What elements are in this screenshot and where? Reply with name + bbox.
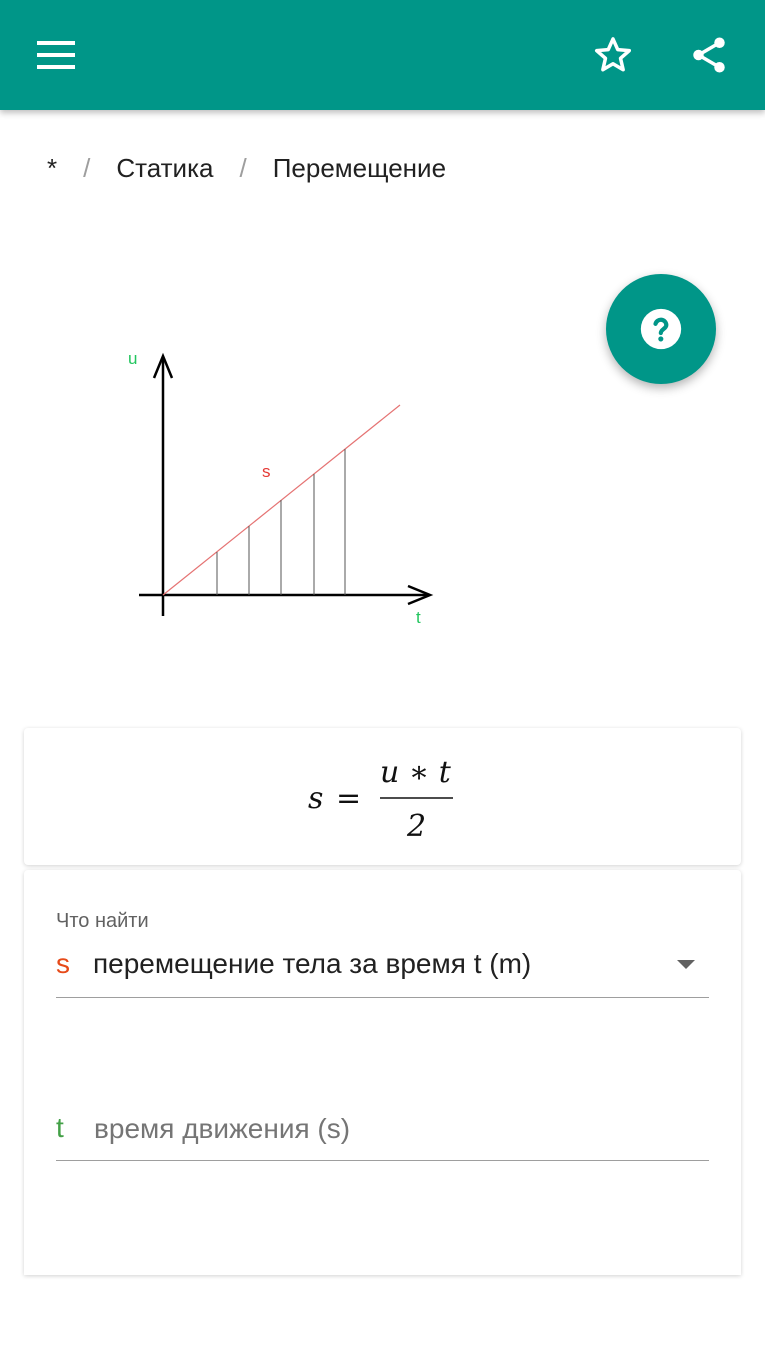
formula-denominator: 2 bbox=[406, 809, 426, 842]
find-label: Что найти bbox=[56, 910, 149, 932]
help-button[interactable] bbox=[606, 274, 716, 384]
input-symbol: t bbox=[56, 1112, 64, 1143]
formula-lhs: s bbox=[308, 781, 323, 816]
time-input[interactable] bbox=[94, 1106, 704, 1152]
breadcrumb-category[interactable]: Статика bbox=[116, 153, 213, 184]
favorite-button[interactable] bbox=[583, 25, 643, 85]
formula-equals: = bbox=[336, 781, 361, 816]
y-axis-label: u bbox=[128, 349, 137, 368]
result-value: перемещение тела за время t (m) bbox=[93, 948, 532, 979]
result-symbol: s bbox=[56, 948, 70, 979]
share-icon bbox=[693, 37, 725, 73]
breadcrumb-current: Перемещение bbox=[272, 152, 447, 183]
dropdown-arrow-icon bbox=[677, 960, 695, 969]
x-axis-label: t bbox=[416, 608, 421, 627]
area-label: s bbox=[262, 462, 271, 481]
formula: s = u ∗ t 2 bbox=[308, 755, 453, 842]
displacement-diagram: u t s bbox=[128, 349, 434, 627]
share-button[interactable] bbox=[679, 25, 739, 85]
formula-numerator: u ∗ t bbox=[380, 755, 452, 790]
breadcrumb-separator: / bbox=[83, 152, 91, 183]
menu-button[interactable] bbox=[26, 25, 86, 85]
star-outline-icon bbox=[594, 37, 632, 72]
breadcrumb: * / Статика / Перемещение bbox=[47, 150, 446, 186]
help-icon bbox=[640, 308, 682, 350]
menu-icon bbox=[37, 41, 75, 69]
breadcrumb-separator: / bbox=[239, 152, 247, 183]
app-bar bbox=[0, 0, 765, 110]
time-input-row: t bbox=[56, 1106, 709, 1161]
breadcrumb-root[interactable]: * bbox=[47, 153, 57, 184]
find-select[interactable]: s перемещение тела за время t (m) bbox=[56, 944, 709, 998]
